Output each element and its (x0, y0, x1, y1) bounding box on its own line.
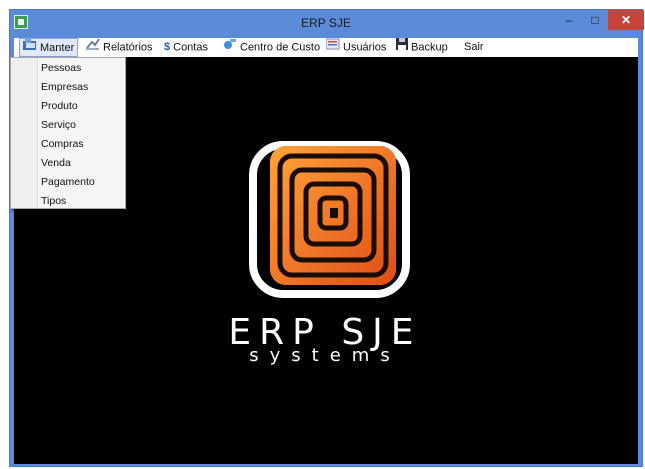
menu-item-tipos[interactable]: Tipos (41, 194, 66, 208)
menu-manter[interactable]: Manter (19, 38, 78, 57)
menu-backup-label: Backup (411, 41, 448, 54)
users-icon (325, 38, 340, 57)
menu-centro-de-custo-label: Centro de Custo (240, 41, 321, 54)
menu-backup[interactable]: Backup (396, 38, 448, 57)
maximize-button[interactable]: □ (583, 10, 607, 30)
title-bar[interactable]: ERP SJE – □ ✕ (10, 10, 644, 38)
menu-item-servico[interactable]: Serviço (41, 118, 76, 132)
logo-tagline: systems (249, 345, 401, 366)
menu-item-pagamento[interactable]: Pagamento (41, 175, 95, 189)
menu-centro-de-custo[interactable]: Centro de Custo (223, 38, 320, 57)
menu-item-empresas[interactable]: Empresas (41, 80, 88, 94)
close-button[interactable]: ✕ (608, 10, 644, 30)
menu-contas-label: Contas (173, 41, 208, 54)
menu-item-produto[interactable]: Produto (41, 99, 78, 113)
logo-tile (270, 146, 396, 285)
minimize-button[interactable]: – (557, 10, 581, 30)
menu-gutter (11, 58, 38, 208)
folder-icon (23, 39, 37, 57)
menu-sair-label: Sair (464, 41, 484, 53)
dollar-icon: $ (164, 41, 171, 53)
menu-relatorios-label: Relatórios (103, 41, 153, 54)
menu-bar: Manter Relatórios $ Contas Centro de Cust… (14, 38, 638, 57)
manter-dropdown-menu: Pessoas Empresas Produto Serviço Compras… (10, 57, 126, 209)
menu-manter-label: Manter (40, 41, 75, 54)
menu-sair[interactable]: Sair (464, 38, 484, 57)
menu-item-venda[interactable]: Venda (41, 156, 71, 170)
save-icon (396, 38, 408, 57)
menu-item-pessoas[interactable]: Pessoas (41, 61, 81, 75)
window-title: ERP SJE (301, 16, 351, 30)
menu-usuarios-label: Usuários (343, 41, 387, 54)
logo-spiral-icon (270, 146, 396, 285)
menu-item-compras[interactable]: Compras (41, 137, 84, 151)
menu-usuarios[interactable]: Usuários (325, 38, 387, 57)
tools-icon (223, 38, 237, 57)
menu-relatorios[interactable]: Relatórios (86, 38, 153, 57)
report-icon (86, 38, 100, 57)
menu-contas[interactable]: $ Contas (164, 38, 208, 57)
